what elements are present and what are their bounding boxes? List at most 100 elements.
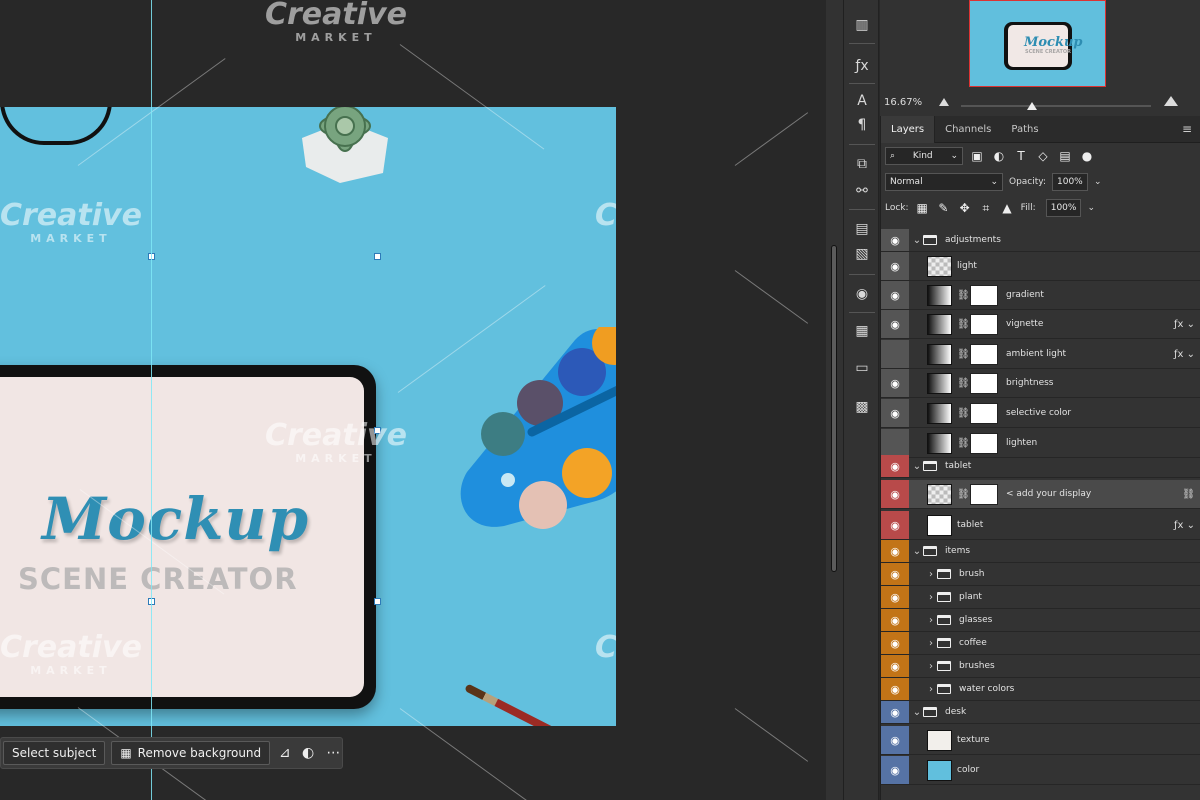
lock-position-icon[interactable]: ✥ <box>957 201 972 215</box>
layer-name[interactable]: tablet <box>957 520 1155 530</box>
chevron-down-icon[interactable]: ⌄ <box>911 235 923 246</box>
remove-background-button[interactable]: ▦ Remove background <box>111 741 271 765</box>
opacity-field[interactable]: 100% <box>1052 173 1088 191</box>
link-icon[interactable]: ⛓ <box>957 319 970 330</box>
tab-channels[interactable]: Channels <box>935 116 1001 143</box>
layer-row[interactable]: ◉ light <box>881 252 1200 281</box>
chevron-right-icon[interactable]: › <box>925 684 937 695</box>
link-icon[interactable]: ⛓ <box>957 438 970 449</box>
chevron-down-icon[interactable]: ⌄ <box>1094 177 1102 187</box>
panel-menu-icon[interactable]: ≡ <box>1182 122 1192 136</box>
layer-name[interactable]: light <box>957 261 1155 271</box>
layer-row[interactable]: ◉ ⛓ < add your display ⛓ <box>881 480 1200 509</box>
transform-handle[interactable] <box>374 598 381 605</box>
eye-icon[interactable]: ◉ <box>881 310 909 338</box>
paragraph-icon[interactable]: ¶ <box>853 117 871 133</box>
layer-row[interactable]: ◉ ⛓ brightness <box>881 369 1200 398</box>
transform-icon[interactable]: ⊿ <box>276 741 293 765</box>
transform-handle[interactable] <box>374 253 381 260</box>
link-icon[interactable]: ⛓ <box>957 290 970 301</box>
layer-row[interactable]: ◉ tablet ƒx ⌄ <box>881 511 1200 540</box>
layer-row[interactable]: ◉ ⌄ desk <box>881 701 1200 724</box>
layer-name[interactable]: water colors <box>959 684 1155 694</box>
chevron-right-icon[interactable]: › <box>925 661 937 672</box>
layer-name[interactable]: glasses <box>959 615 1155 625</box>
adjustment-icon[interactable]: ◐ <box>299 741 316 765</box>
libraries-icon[interactable]: ▤ <box>853 221 871 237</box>
layer-name[interactable]: < add your display <box>1006 489 1155 499</box>
vertical-guide[interactable] <box>151 0 152 800</box>
eye-icon[interactable]: ◉ <box>881 632 909 654</box>
fx-icon[interactable]: ƒx <box>853 58 871 74</box>
layer-row[interactable]: ◉ ⛓ gradient <box>881 281 1200 310</box>
scrollbar-thumb[interactable] <box>831 245 837 572</box>
canvas-scrollbar[interactable] <box>826 0 844 800</box>
layer-effects-icon[interactable]: ƒx ⌄ <box>1155 319 1200 330</box>
shape-filter-icon[interactable]: ◇ <box>1035 149 1051 163</box>
eye-icon[interactable]: ◉ <box>881 455 909 477</box>
layer-row[interactable]: ◉ color <box>881 756 1200 785</box>
brush-settings-icon[interactable]: ◉ <box>853 286 871 302</box>
patterns-icon[interactable]: ▩ <box>853 399 871 415</box>
select-subject-button[interactable]: Select subject <box>3 741 106 765</box>
layer-row[interactable]: ◉ › brushes <box>881 655 1200 678</box>
blend-mode-select[interactable]: Normal ⌄ <box>885 173 1003 191</box>
eye-icon[interactable]: ◉ <box>881 540 909 562</box>
chevron-down-icon[interactable]: ⌄ <box>1087 203 1095 213</box>
layer-name[interactable]: lighten <box>1006 438 1155 448</box>
zoom-slider-track[interactable] <box>961 105 1151 107</box>
eye-icon[interactable]: ◉ <box>881 609 909 631</box>
layer-row[interactable]: ◉ ⛓ ambient lightƒx ⌄ <box>881 340 1200 369</box>
kind-filter-select[interactable]: ⌕ Kind ⌄ <box>885 147 963 165</box>
navigator-preview[interactable]: Mockup SCENE CREATOR <box>969 0 1106 87</box>
tab-layers[interactable]: Layers <box>881 115 936 143</box>
eye-icon[interactable]: ◉ <box>881 369 909 397</box>
link-icon[interactable]: ⛓ <box>957 349 970 360</box>
layer-name[interactable]: adjustments <box>945 235 1155 245</box>
layer-row[interactable]: ◉ ⌄ adjustments <box>881 229 1200 252</box>
gradient-panel-icon[interactable]: ▭ <box>853 360 871 376</box>
swatches-icon[interactable]: ▦ <box>853 323 871 339</box>
chevron-down-icon[interactable]: ⌄ <box>911 707 923 718</box>
layer-name[interactable]: color <box>957 765 1155 775</box>
chevron-right-icon[interactable]: › <box>925 569 937 580</box>
layer-row[interactable]: ◉ texture <box>881 726 1200 755</box>
layer-name[interactable]: selective color <box>1006 408 1155 418</box>
layer-effects-icon[interactable]: ⛓ <box>1155 489 1200 500</box>
clone-source-icon[interactable]: ⧉ <box>853 156 871 172</box>
eye-icon[interactable]: ◉ <box>881 511 909 539</box>
fill-field[interactable]: 100% <box>1045 199 1082 217</box>
zoom-level[interactable]: 16.67% <box>884 97 922 108</box>
zoom-in-icon[interactable] <box>1164 96 1178 106</box>
eye-icon[interactable]: ◉ <box>881 655 909 677</box>
layer-name[interactable]: gradient <box>1006 290 1155 300</box>
layer-row[interactable]: ◉ › glasses <box>881 609 1200 632</box>
lock-artboard-icon[interactable]: ⌗ <box>978 201 993 216</box>
link-icon[interactable]: ⛓ <box>957 378 970 389</box>
adjustment-filter-icon[interactable]: ◐ <box>991 149 1007 163</box>
layer-name[interactable]: tablet <box>945 461 1155 471</box>
layer-name[interactable]: coffee <box>959 638 1155 648</box>
layer-row[interactable]: ◉ › brush <box>881 563 1200 586</box>
layer-row[interactable]: ◉ › water colors <box>881 678 1200 701</box>
eye-icon[interactable]: ◉ <box>881 726 909 754</box>
chevron-right-icon[interactable]: › <box>925 615 937 626</box>
layer-name[interactable]: items <box>945 546 1155 556</box>
character-icon[interactable]: A <box>853 93 871 109</box>
layer-row[interactable]: ◉ › coffee <box>881 632 1200 655</box>
layer-row[interactable]: ◉ ⌄ items <box>881 540 1200 563</box>
styles-icon[interactable]: ▧ <box>853 246 871 262</box>
eye-icon[interactable]: ◉ <box>881 399 909 427</box>
eye-icon[interactable]: ◉ <box>881 678 909 700</box>
chevron-down-icon[interactable]: ⌄ <box>911 461 923 472</box>
zoom-out-icon[interactable] <box>939 98 949 106</box>
smart-object-filter-icon[interactable]: ▤ <box>1057 149 1073 163</box>
eye-icon[interactable]: ◉ <box>881 429 909 457</box>
eye-icon[interactable]: ◉ <box>881 563 909 585</box>
zoom-slider-handle[interactable] <box>1027 102 1037 110</box>
pixel-filter-icon[interactable]: ▣ <box>969 149 985 163</box>
link-icon[interactable]: ⛓ <box>957 489 970 500</box>
properties-icon[interactable]: ⚯ <box>853 183 871 199</box>
layer-row[interactable]: ◉ › plant <box>881 586 1200 609</box>
eye-icon[interactable]: ◉ <box>881 229 909 251</box>
